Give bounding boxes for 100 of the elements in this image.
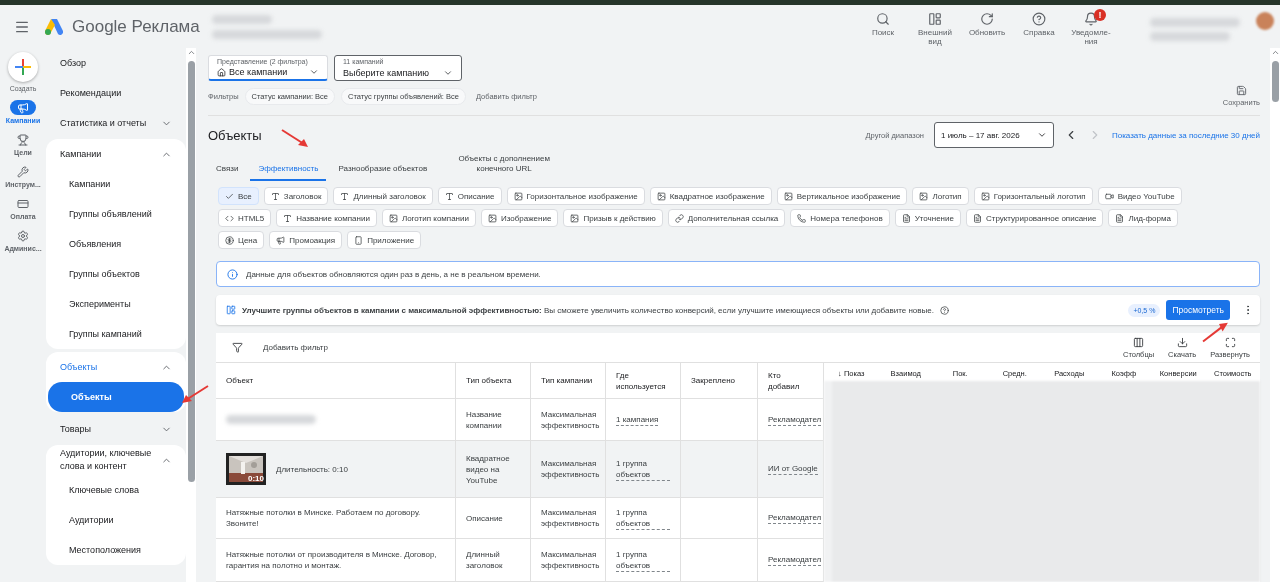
scroll-up-icon[interactable]	[186, 48, 196, 57]
filter-chip[interactable]: Структурированное описание	[965, 209, 1104, 227]
nav-subitem[interactable]: Эксперименты	[46, 289, 186, 319]
info-icon	[227, 268, 238, 280]
filter-chip[interactable]: Описание	[437, 187, 502, 205]
view-button[interactable]: Просмотреть	[1166, 300, 1230, 320]
nav-subitem[interactable]: Ключевые слова	[46, 475, 186, 505]
usage-link[interactable]: 1 группа объектов	[616, 457, 670, 481]
megaphone-icon	[276, 235, 286, 245]
bell-icon	[1084, 11, 1098, 26]
tab[interactable]: Разнообразие объектов	[330, 160, 436, 181]
toolbar-button[interactable]: Справка	[1016, 11, 1062, 37]
filter-chip[interactable]: Горизонтальный логотип	[973, 187, 1093, 205]
nav-subitem[interactable]: Группы объектов	[46, 259, 186, 289]
toolbar-button[interactable]: Внешний вид	[912, 11, 958, 46]
usage-link[interactable]: 1 группа объектов	[616, 548, 670, 572]
nav-item[interactable]: Аудитории, ключевые слова и контент	[46, 445, 186, 475]
toolbar-button[interactable]: Поиск	[860, 11, 906, 37]
text-icon	[444, 191, 454, 201]
filter-chip[interactable]: Цена	[218, 231, 265, 249]
trophy-icon	[17, 133, 29, 146]
nav-item[interactable]: Статистика и отчеты	[46, 108, 186, 138]
column-header[interactable]: Тип объекта	[456, 363, 531, 399]
filter-chip[interactable]: Изображение	[480, 209, 559, 227]
filter-chip[interactable]: Вертикальное изображение	[776, 187, 908, 205]
toolbar-button[interactable]: Уведомле-ния !	[1068, 11, 1114, 46]
text-icon	[340, 191, 350, 201]
nav-item[interactable]: Объекты	[46, 352, 186, 382]
notification-badge: !	[1094, 8, 1106, 21]
object-text: Длительность: 0:10	[276, 463, 348, 475]
add-filter-link[interactable]: Добавить фильтр	[263, 343, 328, 352]
column-header[interactable]: Закреплено	[681, 363, 758, 399]
column-header[interactable]: Где используется	[606, 363, 681, 399]
product-name: Google Реклама	[72, 16, 200, 37]
help-icon[interactable]	[939, 305, 949, 315]
tab[interactable]: Эффективность	[250, 160, 327, 181]
filter-chip[interactable]: Горизонтальное изображение	[506, 187, 645, 205]
nav-subitem[interactable]: Объекты	[48, 382, 184, 412]
text-icon	[270, 191, 280, 201]
filter-icon[interactable]	[232, 342, 243, 353]
table-cell: Максимальная эффективность	[531, 441, 606, 498]
filter-chip[interactable]: Длинный заголовок	[333, 187, 433, 205]
tab[interactable]: Связи	[208, 160, 247, 181]
scroll-thumb[interactable]	[1271, 61, 1279, 102]
phone-icon	[797, 213, 807, 223]
added-by-link[interactable]: Рекламодател	[768, 554, 822, 566]
date-range-picker[interactable]: 1 июль – 17 авг. 2026	[933, 122, 1054, 148]
filter-chip[interactable]: Промоакция	[269, 231, 343, 249]
filter-chip[interactable]: Логотип компании	[381, 209, 476, 227]
filter-chip[interactable]: Уточнение	[894, 209, 961, 227]
added-by-link[interactable]: ИИ от Google	[768, 463, 818, 475]
table-cell: Квадратное видео на YouTube	[456, 441, 531, 498]
filter-chip[interactable]: Видео YouTube	[1097, 187, 1182, 205]
last-30-days-link[interactable]: Показать данные за последние 30 дней	[1111, 130, 1260, 140]
nav-subitem[interactable]: Группы кампаний	[46, 319, 186, 349]
filter-chip[interactable]: Призыв к действию	[563, 209, 663, 227]
settings-icon	[17, 229, 29, 242]
info-message: Данные для объектов обновляются один раз в день, а не в реальном времени.	[246, 269, 541, 279]
filter-chip[interactable]: Номера телефонов	[790, 209, 890, 227]
toolbar-button[interactable]: Обновить	[964, 11, 1010, 37]
link-icon	[674, 213, 684, 223]
added-by-link[interactable]: Рекламодател	[768, 413, 822, 426]
nav-subitem[interactable]: Местоположения	[46, 535, 186, 565]
filter-chip[interactable]: Заголовок	[263, 187, 329, 205]
create-button[interactable]	[8, 52, 38, 82]
filter-chip[interactable]: Все	[218, 187, 259, 205]
phone-device-icon	[354, 235, 364, 245]
scrollbar[interactable]	[1270, 48, 1280, 582]
filter-chip[interactable]: Название компании	[276, 209, 377, 227]
filter-chip[interactable]: HTML5	[218, 209, 272, 227]
object-text: Натяжные потолки в Минске. Работаем по договору. Звоните!	[226, 507, 422, 529]
nav-subitem[interactable]: Объявления	[46, 229, 186, 259]
scroll-thumb[interactable]	[187, 61, 195, 482]
column-header[interactable]: Кто добавил	[758, 363, 824, 399]
avatar[interactable]	[1256, 11, 1274, 30]
column-header[interactable]: Тип кампании	[531, 363, 606, 399]
annotation-arrow	[280, 128, 310, 148]
nav-item[interactable]: Обзор	[46, 48, 186, 78]
filter-chip[interactable]: Логотип	[912, 187, 969, 205]
filter-chip[interactable]: Квадратное изображение	[649, 187, 772, 205]
document-icon	[901, 213, 911, 223]
scroll-up-icon[interactable]	[1270, 48, 1280, 57]
usage-link[interactable]: 1 кампания	[616, 413, 659, 426]
filter-chip[interactable]: Дополнительная ссылка	[667, 209, 786, 227]
nav-item[interactable]: Товары	[46, 414, 186, 444]
nav-subitem[interactable]: Группы объявлений	[46, 199, 186, 229]
nav-subitem[interactable]: Кампании	[46, 169, 186, 199]
tab[interactable]: Объекты с дополнением конечного URL	[439, 150, 570, 181]
filter-chip[interactable]: Лид-форма	[1108, 209, 1178, 227]
added-by-link[interactable]: Рекламодател	[768, 512, 822, 524]
nav-item[interactable]: Рекомендации	[46, 78, 186, 108]
table-cell: Название компании	[456, 399, 531, 441]
image-icon	[656, 191, 666, 201]
scrollbar[interactable]	[186, 48, 196, 582]
nav-subitem[interactable]: Аудитории	[46, 505, 186, 535]
nav-item[interactable]: Кампании	[46, 139, 186, 169]
filter-chip[interactable]: Приложение	[347, 231, 422, 249]
usage-link[interactable]: 1 группа объектов	[616, 506, 670, 530]
column-header[interactable]: Объект	[216, 363, 456, 399]
image-icon	[980, 191, 990, 201]
